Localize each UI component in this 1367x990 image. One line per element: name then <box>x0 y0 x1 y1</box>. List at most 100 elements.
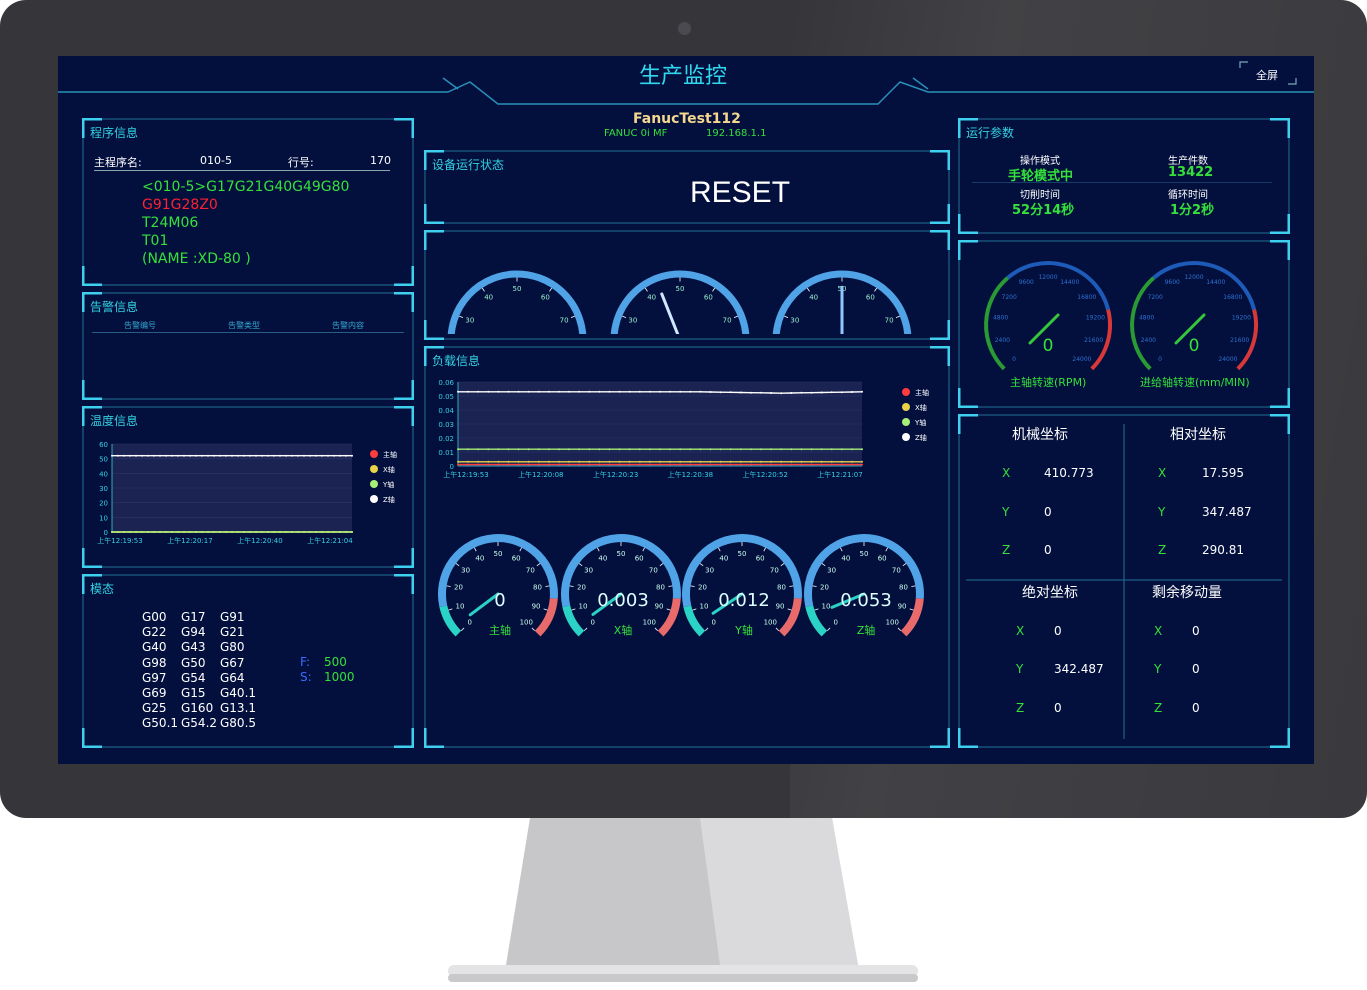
legend-marker <box>902 403 910 411</box>
y-tick-label: 0.03 <box>438 421 454 429</box>
series-point <box>111 454 113 457</box>
series-point <box>689 463 692 466</box>
series-point <box>840 448 843 451</box>
series-point <box>147 531 149 533</box>
series-point <box>497 390 500 393</box>
series-point <box>517 390 520 393</box>
series-point <box>547 390 550 393</box>
series-point <box>129 454 131 457</box>
series-point <box>810 460 813 463</box>
gauge-tick-label: 21600 <box>1230 337 1249 344</box>
gauge-band-mid <box>447 270 587 334</box>
gauge-tick <box>668 585 673 587</box>
modal-code: G40.1 <box>220 686 257 700</box>
speed-gauge: 0 2400 4800 7200 9600 1200014400 16800 19200 216… <box>984 260 1112 371</box>
gauge-tick-label: 30 <box>584 566 593 574</box>
legend-label: Z轴 <box>915 433 927 442</box>
modal-code: G80.5 <box>220 716 257 731</box>
series-point <box>547 460 550 463</box>
gauge-tick <box>583 627 588 632</box>
series-point <box>177 531 179 533</box>
series-point <box>171 531 173 533</box>
speed-gauge: 0 2400 4800 7200 9600 1200014400 16800 19200 216… <box>1130 260 1258 371</box>
series-point <box>351 531 353 533</box>
series-point <box>207 454 209 457</box>
series-point <box>255 531 257 533</box>
series-point <box>648 390 651 393</box>
series-point <box>339 454 341 457</box>
y-tick-label: 0 <box>450 463 454 471</box>
relative-coord-title: 相对坐标 <box>1170 427 1226 443</box>
series-point <box>648 460 651 463</box>
series-point <box>659 390 661 393</box>
gauge-tick-label: 21600 <box>1084 337 1103 344</box>
series-point <box>719 460 722 463</box>
series-point <box>568 448 571 451</box>
series-point <box>729 460 732 463</box>
series-point <box>477 463 480 466</box>
series-point <box>749 463 752 466</box>
series-point <box>487 448 490 451</box>
series-point <box>628 390 631 393</box>
series-point <box>770 460 773 463</box>
remaining-y: 0 <box>1192 662 1200 676</box>
axis-z-label: Z <box>1002 543 1011 557</box>
gauge: 102030405060708090 <box>610 270 750 334</box>
series-point <box>457 390 459 393</box>
gauge-tick-label: 50 <box>738 550 747 558</box>
remaining-coord-title: 剩余移动量 <box>1152 585 1222 601</box>
axis-y-label: Y <box>1158 505 1166 519</box>
series-point <box>231 454 233 457</box>
gauge-tick-label: 14400 <box>1060 279 1079 286</box>
series-point <box>669 448 672 451</box>
column-header: 告警编号 <box>124 321 156 330</box>
gauge-tick <box>570 315 575 318</box>
axis-x-label: X <box>1002 466 1011 480</box>
gauge-tick <box>531 627 536 632</box>
series-point <box>207 531 209 533</box>
series-point <box>219 531 221 533</box>
series-point <box>537 390 540 393</box>
series-point <box>339 531 341 533</box>
feed-speed-label: 进给轴转速(mm/MIN) <box>1140 376 1250 389</box>
gauge-tick-label: 0 <box>590 618 594 626</box>
device-name: FanucTest112 <box>633 111 741 127</box>
axis-x-label: X <box>1154 624 1163 638</box>
series-point <box>618 460 621 463</box>
gauge-tick-label: 10 <box>821 602 830 610</box>
load-gauge-value: 0.003 <box>597 590 649 611</box>
series-point <box>315 531 317 533</box>
series-point <box>477 390 480 393</box>
series-point <box>790 460 793 463</box>
series-point <box>467 448 470 451</box>
gauge-tick <box>644 287 648 292</box>
gauge-tick-label: 80 <box>899 584 908 592</box>
series-point <box>507 390 510 393</box>
axis-z-label: Z <box>1016 701 1025 715</box>
y-tick-label: 40 <box>99 470 108 478</box>
series-point <box>267 531 269 533</box>
series-point <box>770 448 773 451</box>
gauge-tick <box>446 585 451 587</box>
gauge-tick-label: 10 <box>455 602 464 610</box>
series-point <box>497 463 500 466</box>
series-point <box>273 531 275 533</box>
column-header: 告警类型 <box>228 321 260 330</box>
fullscreen-button[interactable]: 全屏 <box>1256 67 1278 83</box>
gauge: 102030405060708090 <box>772 270 912 334</box>
series-point <box>171 454 173 457</box>
modal-code: G80 <box>220 640 245 655</box>
series-point <box>497 448 500 451</box>
gauge-tick <box>784 315 789 318</box>
gauge-tick <box>666 608 671 611</box>
series-point <box>669 463 672 466</box>
gauge-tick-label: 100 <box>764 618 777 626</box>
legend-label: X轴 <box>383 465 395 474</box>
modal-code: G22 <box>142 625 167 640</box>
series-point <box>669 390 672 393</box>
series-point <box>689 390 692 393</box>
gauge-tick-label: 40 <box>719 554 728 562</box>
gauge-tick-label: 40 <box>484 294 493 302</box>
series-point <box>608 463 611 466</box>
series-point <box>850 391 853 393</box>
